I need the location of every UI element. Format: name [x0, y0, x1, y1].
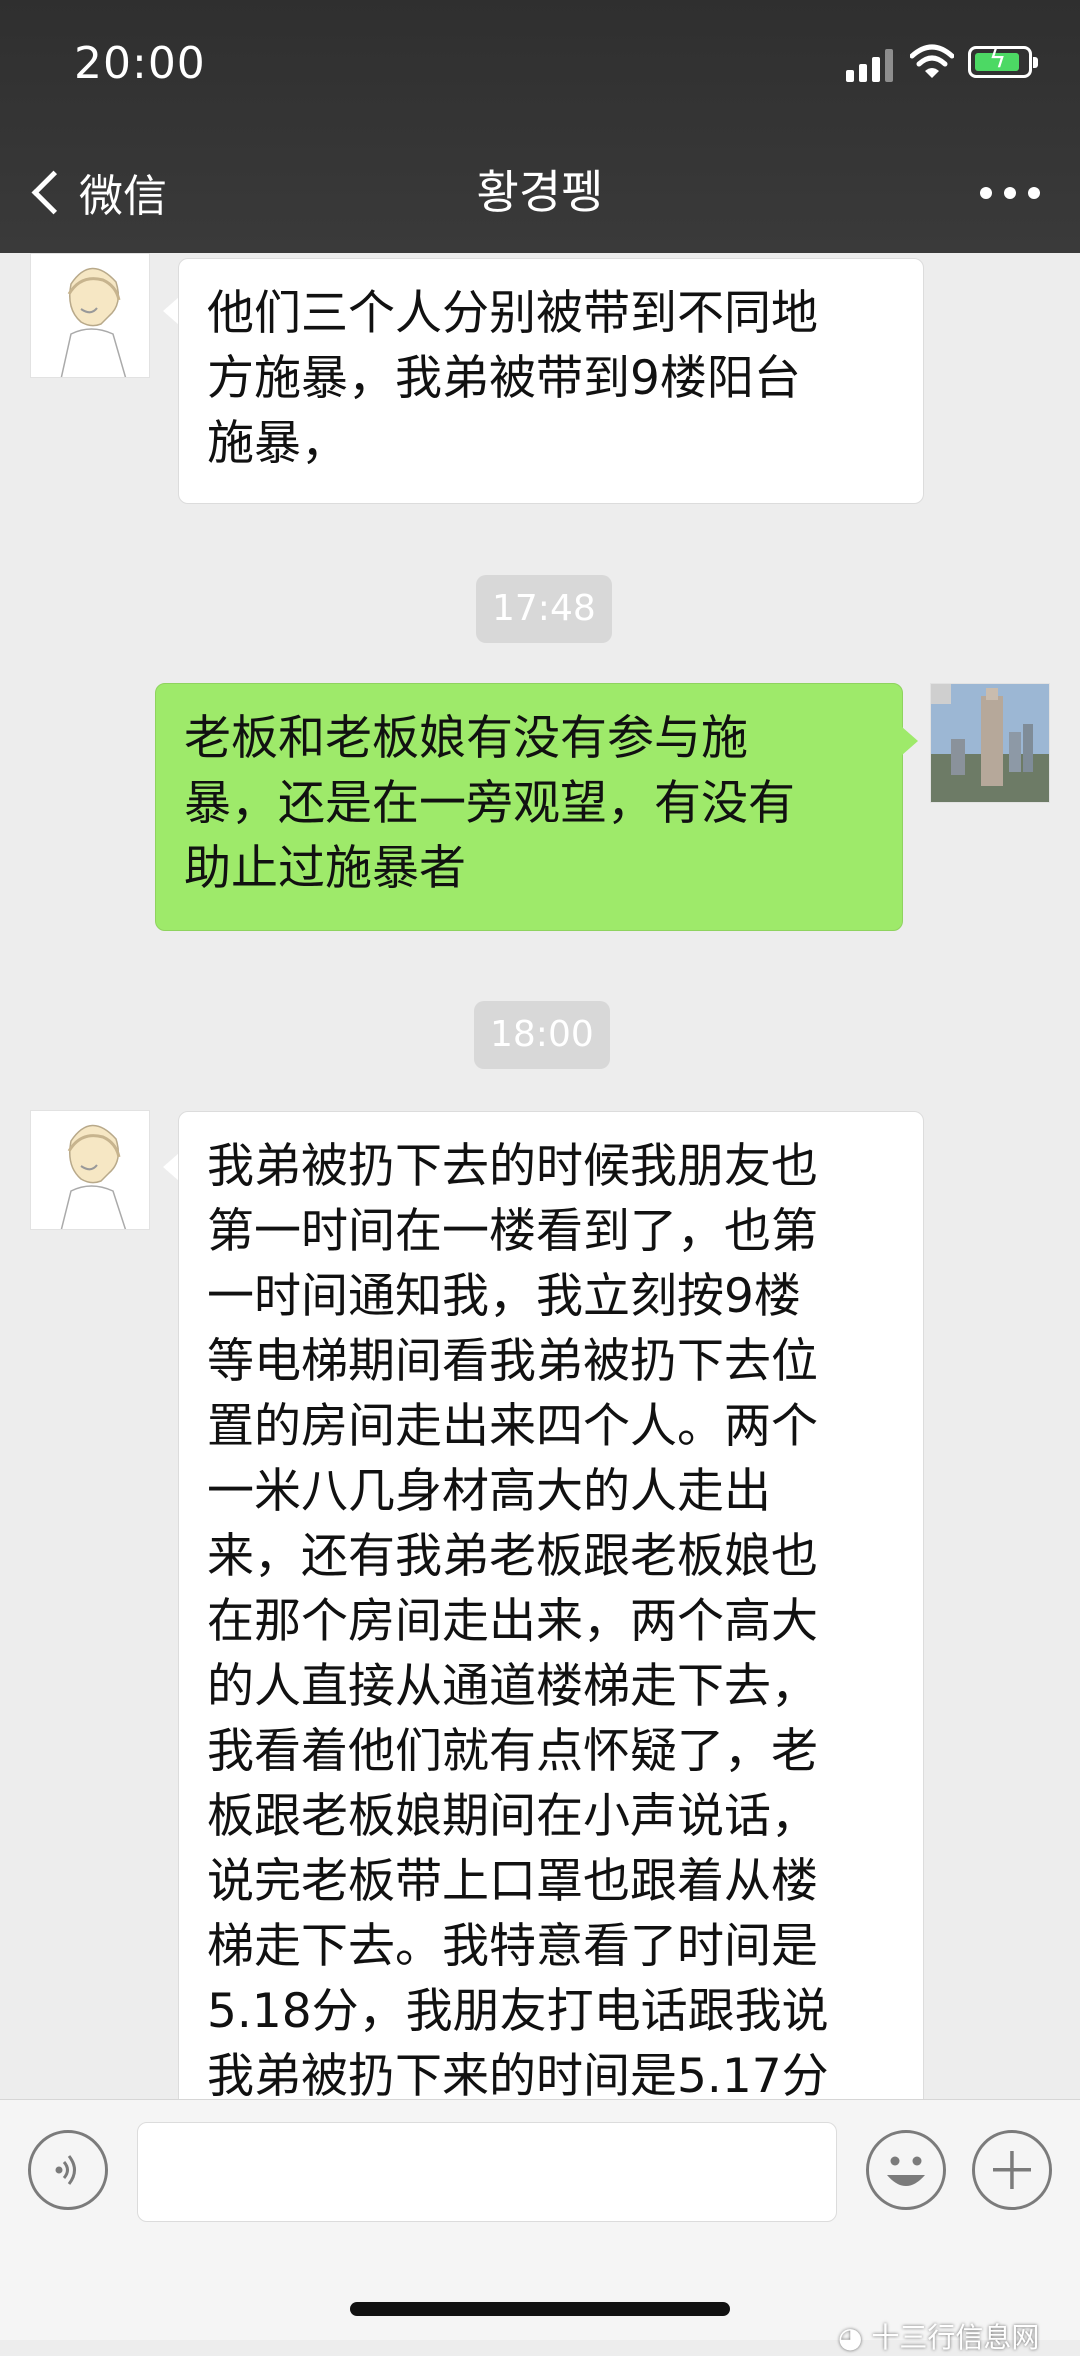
message-line: 一米八几身材高大的人走出 — [207, 1464, 771, 1519]
message-line: 板跟老板娘期间在小声说话， — [207, 1789, 818, 1844]
message-line: 5.18分，我朋友打电话跟我说 — [207, 1984, 829, 2039]
bubble-tail — [163, 1153, 179, 1181]
message-bubble-received[interactable]: 他们三个人分别被带到不同地 方施暴，我弟被带到9楼阳台 施暴， — [178, 258, 924, 504]
wechat-logo-icon: ◕ — [838, 2321, 863, 2354]
wifi-icon — [910, 44, 954, 78]
message-line: 方施暴，我弟被带到9楼阳台 — [207, 351, 801, 406]
cellular-signal-icon — [846, 46, 896, 82]
status-time: 20:00 — [74, 38, 206, 89]
message-line: 说完老板带上口罩也跟着从楼 — [207, 1854, 818, 1909]
message-line: 在那个房间走出来，两个高大 — [207, 1594, 818, 1649]
message-input[interactable] — [137, 2122, 837, 2222]
message-line: 老板和老板娘有没有参与施 — [184, 711, 748, 766]
message-line: 第一时间在一楼看到了，也第 — [207, 1204, 818, 1259]
home-indicator — [350, 2302, 730, 2316]
more-dots-icon[interactable] — [980, 187, 1040, 199]
timestamp: 17:48 — [476, 575, 612, 643]
message-bubble-received[interactable]: 我弟被扔下去的时候我朋友也 第一时间在一楼看到了，也第 一时间通知我，我立刻按9… — [178, 1111, 924, 2099]
voice-icon[interactable] — [28, 2130, 108, 2210]
contact-avatar[interactable] — [30, 253, 150, 378]
message-line: 他们三个人分别被带到不同地 — [207, 286, 818, 341]
my-avatar[interactable] — [930, 683, 1050, 803]
message-line: 我弟被扔下来的时间是5.17分 — [207, 2049, 829, 2099]
bubble-tail — [163, 297, 179, 325]
battery-icon: ϟ — [968, 44, 1038, 78]
message-line: 施暴， — [207, 416, 348, 471]
message-line: 暴，还是在一旁观望，有没有 — [184, 776, 795, 831]
message-line: 我弟被扔下去的时候我朋友也 — [207, 1139, 818, 1194]
message-line: 助止过施暴者 — [184, 841, 466, 896]
bubble-tail — [902, 727, 918, 755]
plus-icon[interactable] — [972, 2130, 1052, 2210]
message-line: 等电梯期间看我弟被扔下去位 — [207, 1334, 818, 1389]
watermark-text: 十三行信息网 — [871, 2321, 1040, 2354]
message-list[interactable]: 他们三个人分别被带到不同地 方施暴，我弟被带到9楼阳台 施暴， 17:48 老板… — [0, 253, 1080, 2099]
emoji-icon[interactable] — [866, 2130, 946, 2210]
contact-avatar[interactable] — [30, 1110, 150, 1230]
message-line: 我看着他们就有点怀疑了，老 — [207, 1724, 818, 1779]
message-line: 来，还有我弟老板跟老板娘也 — [207, 1529, 818, 1584]
message-line: 梯走下去。我特意看了时间是 — [207, 1919, 818, 1974]
message-line: 置的房间走出来四个人。两个 — [207, 1399, 818, 1454]
watermark: ◕ 十三行信息网 — [838, 2316, 1039, 2356]
message-line: 一时间通知我，我立刻按9楼 — [207, 1269, 801, 1324]
chat-title: 황경펭 — [476, 165, 604, 219]
timestamp: 18:00 — [474, 1001, 610, 1069]
title-bar: 20:00 ϟ 微信 황경펭 — [0, 0, 1080, 253]
message-line: 的人直接从通道楼梯走下去， — [207, 1659, 818, 1714]
message-bubble-sent[interactable]: 老板和老板娘有没有参与施 暴，还是在一旁观望，有没有 助止过施暴者 — [155, 683, 903, 931]
